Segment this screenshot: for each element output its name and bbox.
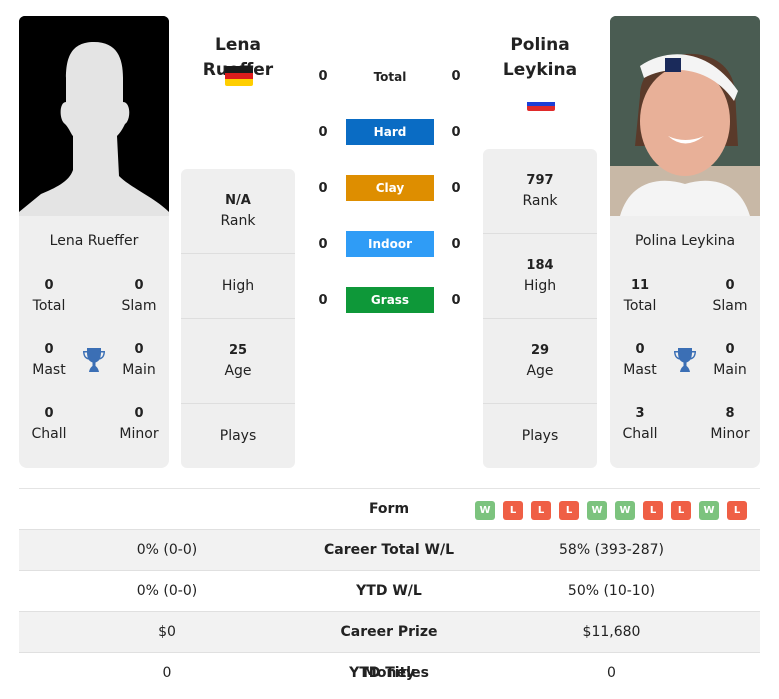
row-label: Career Total W/L — [324, 542, 454, 558]
table-row: 0 YTD Titles 0 — [19, 653, 760, 694]
player2-card-name: Polina Leykina — [634, 233, 736, 249]
form-badge-win[interactable]: W — [587, 501, 607, 520]
surface-row-total: 0 Total 0 — [300, 63, 480, 91]
surface-badge-grass[interactable]: Grass — [346, 287, 434, 313]
player1-minor-titles: 0 Minor — [119, 406, 159, 442]
surface-badge-clay[interactable]: Clay — [346, 175, 434, 201]
form-badge-loss[interactable]: L — [671, 501, 691, 520]
p1-indoor-wins: 0 — [318, 237, 328, 252]
p2-value: 58% (393-287) — [559, 542, 664, 558]
player1-mast-titles: 0 Mast — [32, 342, 66, 378]
p2-value: 0 — [607, 665, 616, 681]
form-badge-loss[interactable]: L — [643, 501, 663, 520]
form-badge-win[interactable]: W — [615, 501, 635, 520]
player2-slam-titles: 0 Slam — [712, 278, 748, 314]
player1-rank: N/A Rank — [181, 169, 295, 254]
form-row: Form WLLLWWLLWL — [19, 489, 760, 530]
player1-slam-titles: 0 Slam — [121, 278, 157, 314]
player2-stats-panel: 797 Rank 184 High 29 Age Plays — [483, 149, 597, 468]
trophy-icon — [83, 348, 105, 372]
table-row: 0% (0-0) YTD W/L 50% (10-10) — [19, 571, 760, 612]
surface-row-hard: 0 Hard 0 — [300, 119, 480, 147]
p2-value: $11,680 — [582, 624, 641, 640]
row-label: YTD W/L — [356, 583, 422, 599]
player1-photo[interactable] — [19, 16, 169, 216]
comparison-table: Form WLLLWWLLWL 0% (0-0) Career Total W/… — [19, 488, 760, 694]
table-row: $0 Career Prize Money $11,680 — [19, 612, 760, 681]
player1-stats-panel: N/A Rank High 25 Age Plays — [181, 169, 295, 468]
player2-age: 29 Age — [483, 319, 597, 404]
p1-hard-wins: 0 — [318, 125, 328, 140]
surface-row-clay: 0 Clay 0 — [300, 175, 480, 203]
player2-mast-titles: 0 Mast — [623, 342, 657, 378]
table-row: 0% (0-0) Career Total W/L 58% (393-287) — [19, 530, 760, 571]
player2-chall-titles: 3 Chall — [622, 406, 658, 442]
form-badge-win[interactable]: W — [475, 501, 495, 520]
player2-titles-card: Polina Leykina 11 Total 0 Slam 0 Mast 0 … — [610, 216, 760, 468]
player1-chall-titles: 0 Chall — [31, 406, 67, 442]
player2-main-titles: 0 Main — [713, 342, 747, 378]
player1-total-titles: 0 Total — [32, 278, 66, 314]
p1-clay-wins: 0 — [318, 181, 328, 196]
trophy-icon — [674, 348, 696, 372]
p1-value: 0% (0-0) — [136, 542, 198, 558]
surface-badge-indoor[interactable]: Indoor — [346, 231, 434, 257]
player2-plays: Plays — [521, 428, 559, 444]
russia-flag-icon — [527, 97, 555, 111]
form-badge-win[interactable]: W — [699, 501, 719, 520]
p2-value: 50% (10-10) — [567, 583, 656, 599]
p1-total-wins: 0 — [318, 69, 328, 84]
player1-card-name: Lena Rueffer — [49, 233, 139, 249]
player2-name[interactable]: Polina Leykina — [480, 33, 600, 83]
player-portrait-icon — [610, 16, 760, 216]
p1-value: 0 — [162, 665, 172, 681]
player1-plays: Plays — [219, 428, 257, 444]
surface-label-total: Total — [373, 70, 407, 84]
form-badges: WLLLWWLLWL — [475, 501, 747, 520]
player2-total-titles: 11 Total — [623, 278, 657, 314]
p1-value: 0% (0-0) — [136, 583, 198, 599]
silhouette-icon — [19, 16, 169, 216]
player1-high: High — [181, 254, 295, 319]
p2-indoor-wins: 0 — [451, 237, 461, 252]
p1-value: $0 — [158, 624, 176, 640]
form-badge-loss[interactable]: L — [503, 501, 523, 520]
surface-row-grass: 0 Grass 0 — [300, 287, 480, 315]
p2-hard-wins: 0 — [451, 125, 461, 140]
form-label: Form — [368, 501, 410, 517]
player2-rank: 797 Rank — [483, 149, 597, 234]
player1-age: 25 Age — [181, 319, 295, 404]
form-badge-loss[interactable]: L — [559, 501, 579, 520]
surface-row-indoor: 0 Indoor 0 — [300, 231, 480, 259]
form-badge-loss[interactable]: L — [531, 501, 551, 520]
form-badge-loss[interactable]: L — [727, 501, 747, 520]
p2-grass-wins: 0 — [451, 293, 461, 308]
p2-clay-wins: 0 — [451, 181, 461, 196]
player2-photo[interactable] — [610, 16, 760, 216]
p1-grass-wins: 0 — [318, 293, 328, 308]
player2-minor-titles: 8 Minor — [710, 406, 750, 442]
surface-badge-hard[interactable]: Hard — [346, 119, 434, 145]
player1-titles-card: Lena Rueffer 0 Total 0 Slam 0 Mast 0 Mai… — [19, 216, 169, 468]
p2-total-wins: 0 — [451, 69, 461, 84]
player2-high: 184 High — [483, 234, 597, 319]
row-label: YTD Titles — [349, 665, 429, 681]
germany-flag-icon — [225, 66, 253, 86]
player1-main-titles: 0 Main — [122, 342, 156, 378]
